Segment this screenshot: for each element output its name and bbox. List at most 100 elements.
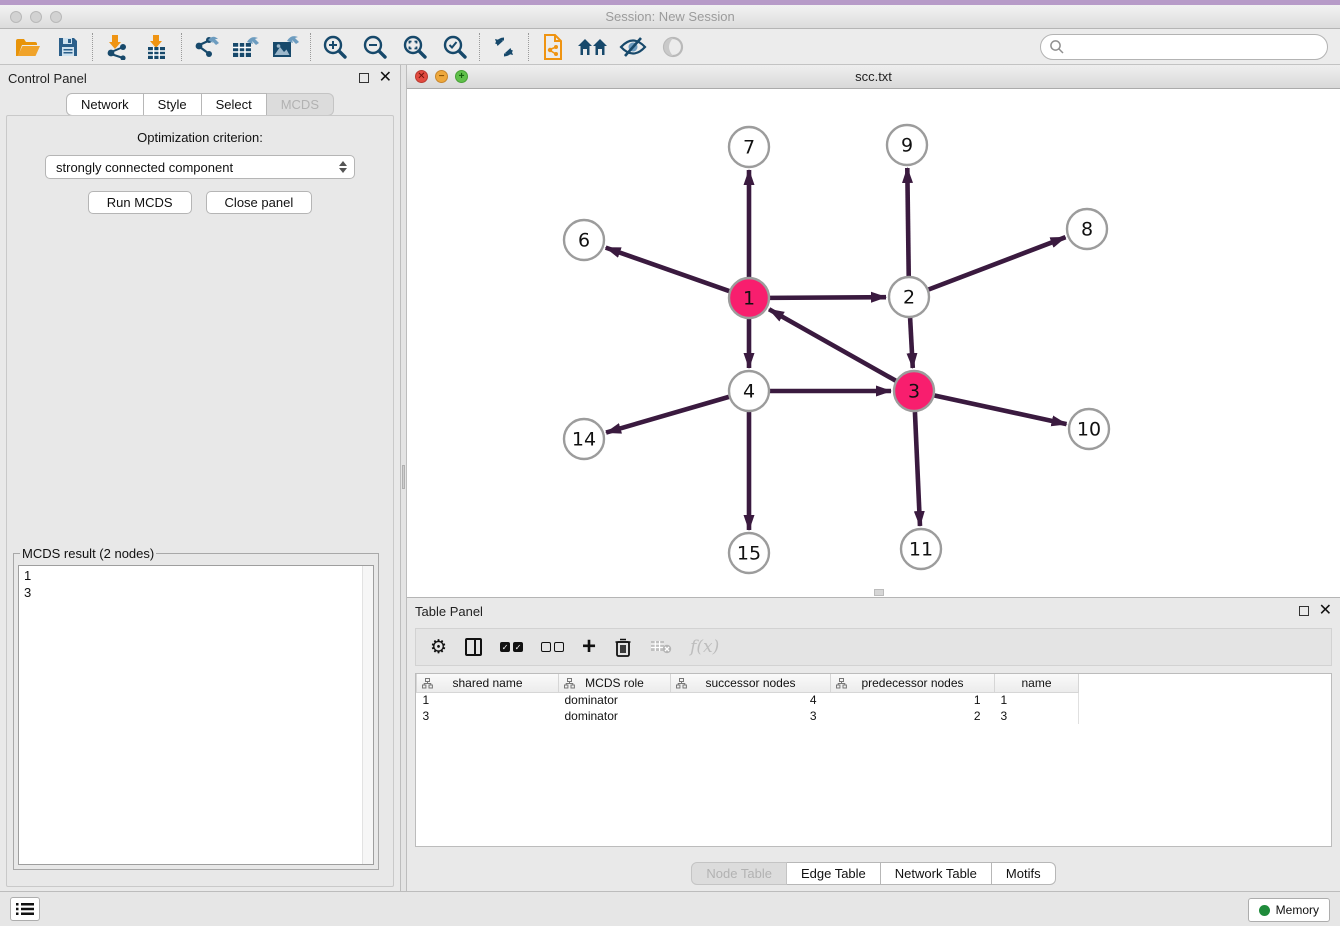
svg-text:15: 15: [737, 543, 761, 565]
graph-edge-1-6[interactable]: [606, 248, 729, 291]
graph-edge-4-14[interactable]: [606, 397, 729, 433]
graph-node-1[interactable]: 1: [729, 278, 769, 318]
select-all-columns-icon[interactable]: ✓✓: [500, 634, 523, 660]
task-history-button[interactable]: [10, 897, 40, 921]
tab-style[interactable]: Style: [144, 93, 202, 116]
graph-node-7[interactable]: 7: [729, 127, 769, 167]
graph-edge-2-8[interactable]: [929, 237, 1066, 289]
search-input[interactable]: [1040, 34, 1328, 60]
result-scrollbar[interactable]: [362, 566, 373, 864]
column-header-MCDS-role[interactable]: MCDS role: [559, 674, 671, 692]
delete-column-icon[interactable]: [614, 634, 632, 660]
graph-edge-3-11[interactable]: [915, 412, 920, 526]
close-window-icon[interactable]: [10, 11, 22, 23]
toolbar-separator: [92, 33, 93, 61]
import-network-icon[interactable]: [97, 32, 137, 62]
maximize-window-icon[interactable]: [50, 11, 62, 23]
tab-select[interactable]: Select: [202, 93, 267, 116]
svg-text:9: 9: [901, 135, 913, 157]
mcds-result-title: MCDS result (2 nodes): [20, 546, 156, 561]
home-icon[interactable]: [573, 32, 613, 62]
graph-edge-1-2[interactable]: [770, 297, 886, 298]
column-header-name[interactable]: name: [995, 674, 1079, 692]
table-row[interactable]: 3dominator323: [417, 708, 1079, 724]
graph-edge-2-3[interactable]: [910, 318, 913, 368]
function-builder-icon[interactable]: f(x): [690, 634, 719, 660]
close-table-panel-icon[interactable]: ✕: [1319, 606, 1332, 616]
network-minimize-icon[interactable]: −: [435, 70, 448, 83]
panel-splitter[interactable]: [400, 65, 407, 891]
table-cell[interactable]: 3: [671, 708, 831, 724]
tab-edge-table[interactable]: Edge Table: [787, 862, 881, 885]
save-session-icon[interactable]: [48, 32, 88, 62]
graph-node-14[interactable]: 14: [564, 419, 604, 459]
table-cell[interactable]: 3: [995, 708, 1079, 724]
graph-node-2[interactable]: 2: [889, 277, 929, 317]
column-header-predecessor-nodes[interactable]: predecessor nodes: [831, 674, 995, 692]
table-cell[interactable]: dominator: [559, 708, 671, 724]
minimize-window-icon[interactable]: [30, 11, 42, 23]
graph-edge-3-1[interactable]: [769, 309, 896, 380]
node-table[interactable]: shared nameMCDS rolesuccessor nodesprede…: [416, 674, 1079, 724]
network-zoom-icon[interactable]: +: [455, 70, 468, 83]
table-cell[interactable]: 1: [417, 692, 559, 708]
mcds-result-list[interactable]: 1 3: [18, 565, 374, 865]
graph-node-11[interactable]: 11: [901, 529, 941, 569]
control-panel: Control Panel ✕ NetworkStyleSelectMCDS O…: [0, 65, 400, 891]
graph-node-6[interactable]: 6: [564, 220, 604, 260]
zoom-out-icon[interactable]: [355, 32, 395, 62]
hide-unselected-icon[interactable]: [613, 32, 653, 62]
graph-node-3[interactable]: 3: [894, 371, 934, 411]
open-session-icon[interactable]: [8, 32, 48, 62]
clone-network-icon[interactable]: [533, 32, 573, 62]
criterion-dropdown[interactable]: strongly connected component: [45, 155, 355, 179]
export-table-icon[interactable]: [226, 32, 266, 62]
tab-mcds[interactable]: MCDS: [267, 93, 334, 116]
add-column-icon[interactable]: +: [582, 634, 596, 660]
column-header-shared-name[interactable]: shared name: [417, 674, 559, 692]
table-cell[interactable]: 3: [417, 708, 559, 724]
delete-table-icon[interactable]: [650, 634, 672, 660]
zoom-in-icon[interactable]: [315, 32, 355, 62]
network-graph[interactable]: 7 9 6 8 1 2 4 3 14 10 15 11: [407, 89, 1339, 597]
float-table-panel-icon[interactable]: [1299, 606, 1309, 616]
column-header-successor-nodes[interactable]: successor nodes: [671, 674, 831, 692]
refresh-layout-icon[interactable]: [484, 32, 524, 62]
close-panel-button[interactable]: Close panel: [206, 191, 313, 214]
table-cell[interactable]: 2: [831, 708, 995, 724]
column-pane-icon[interactable]: [465, 634, 482, 660]
graph-node-9[interactable]: 9: [887, 125, 927, 165]
graph-edge-2-9[interactable]: [907, 168, 908, 276]
float-panel-icon[interactable]: [359, 73, 369, 83]
canvas-scroll-grip[interactable]: [874, 589, 884, 596]
zoom-fit-icon[interactable]: [395, 32, 435, 62]
table-cell[interactable]: 4: [671, 692, 831, 708]
table-cell[interactable]: 1: [831, 692, 995, 708]
memory-button[interactable]: Memory: [1248, 898, 1330, 922]
tab-network[interactable]: Network: [66, 93, 144, 116]
close-panel-icon[interactable]: ✕: [379, 73, 392, 83]
table-settings-icon[interactable]: ⚙: [430, 634, 447, 660]
run-mcds-button[interactable]: Run MCDS: [88, 191, 192, 214]
tab-network-table[interactable]: Network Table: [881, 862, 992, 885]
export-network-icon[interactable]: [186, 32, 226, 62]
deselect-all-columns-icon[interactable]: [541, 634, 564, 660]
show-all-icon[interactable]: [653, 32, 693, 62]
graph-node-10[interactable]: 10: [1069, 409, 1109, 449]
table-row[interactable]: 1dominator411: [417, 692, 1079, 708]
tab-node-table[interactable]: Node Table: [691, 862, 787, 885]
control-panel-header: Control Panel ✕: [0, 65, 400, 91]
import-table-icon[interactable]: [137, 32, 177, 62]
graph-node-8[interactable]: 8: [1067, 209, 1107, 249]
control-panel-tabs: NetworkStyleSelectMCDS: [0, 93, 400, 116]
graph-edge-3-10[interactable]: [935, 395, 1067, 424]
network-close-icon[interactable]: ✕: [415, 70, 428, 83]
export-image-icon[interactable]: [266, 32, 306, 62]
graph-node-4[interactable]: 4: [729, 371, 769, 411]
graph-node-15[interactable]: 15: [729, 533, 769, 573]
network-canvas[interactable]: 7 9 6 8 1 2 4 3 14 10 15 11: [407, 89, 1340, 597]
table-cell[interactable]: 1: [995, 692, 1079, 708]
table-cell[interactable]: dominator: [559, 692, 671, 708]
zoom-selected-icon[interactable]: [435, 32, 475, 62]
tab-motifs[interactable]: Motifs: [992, 862, 1056, 885]
